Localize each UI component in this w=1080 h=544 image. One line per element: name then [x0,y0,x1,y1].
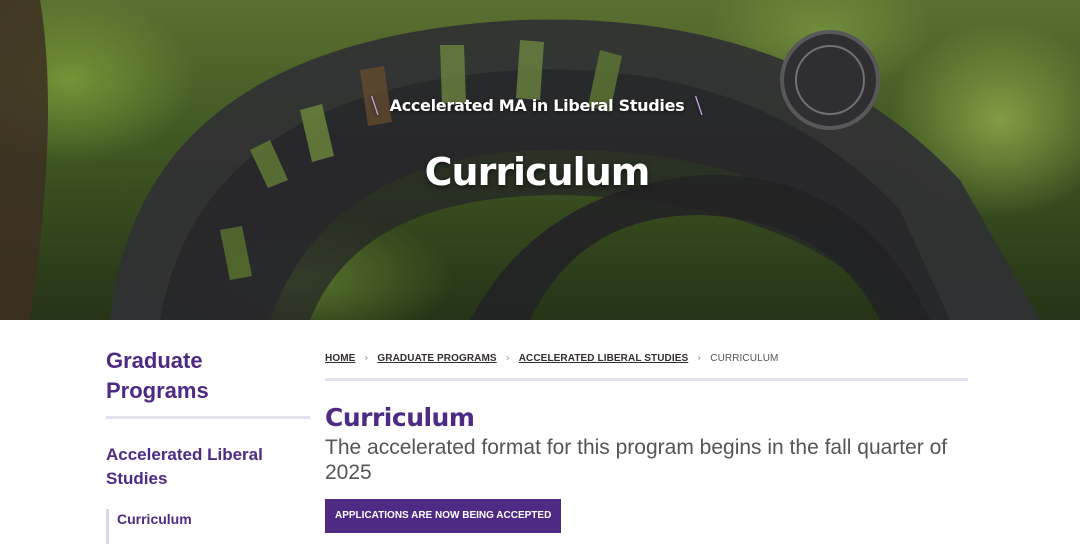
chevron-right-icon: › [505,352,510,364]
applications-cta-button[interactable]: APPLICATIONS ARE NOW BEING ACCEPTED [325,499,562,533]
page-lead: The accelerated format for this program … [325,436,948,484]
slash-decoration-right: ╲ [692,96,706,115]
hero-eyebrow: ╲ Accelerated MA in Liberal Studies ╲ [0,96,1074,115]
chevron-right-icon: › [364,352,369,364]
main-content: HOME › GRADUATE PROGRAMS › ACCELERATED L… [325,346,968,533]
slash-decoration-left: ╲ [368,96,382,115]
sidebar-item-accelerated-liberal-studies[interactable]: Accelerated Liberal Studies [106,443,310,491]
page-title: Curriculum [325,403,475,432]
sidebar-item-curriculum[interactable]: Curriculum [106,509,310,544]
breadcrumb-accelerated-liberal-studies[interactable]: ACCELERATED LIBERAL STUDIES [519,353,689,364]
hero-eyebrow-text: Accelerated MA in Liberal Studies [389,96,685,115]
breadcrumb-home[interactable]: HOME [325,353,355,364]
breadcrumb-current: CURRICULUM [710,352,779,364]
hero-title: Curriculum [424,150,651,194]
breadcrumb-graduate-programs[interactable]: GRADUATE PROGRAMS [377,353,496,364]
breadcrumb: HOME › GRADUATE PROGRAMS › ACCELERATED L… [325,346,968,381]
chevron-right-icon: › [697,352,702,364]
sidebar-nav: Graduate Programs Accelerated Liberal St… [106,346,310,544]
hero-banner: ╲ Accelerated MA in Liberal Studies ╲ Curr… [0,0,1080,320]
sidebar-heading: Graduate Programs [106,346,310,419]
